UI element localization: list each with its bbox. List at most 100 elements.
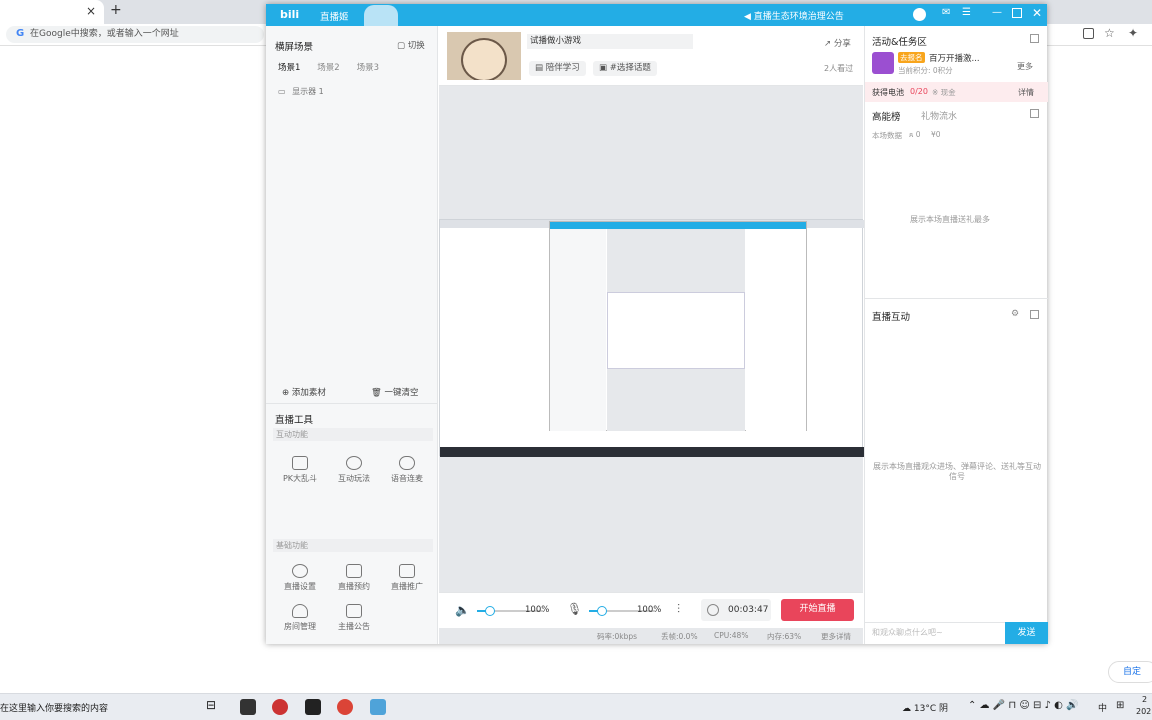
- category-label: 陪伴学习: [545, 63, 580, 73]
- promo-text[interactable]: 百万开播激...: [929, 52, 980, 64]
- start-live-button[interactable]: 开始直播: [781, 599, 854, 621]
- share-icon[interactable]: [1083, 28, 1094, 39]
- viewer-count: 2人看过: [824, 64, 854, 73]
- new-tab-icon[interactable]: +: [110, 2, 122, 18]
- notepad-icon[interactable]: [240, 699, 256, 715]
- google-logo-icon: G: [16, 28, 25, 39]
- menu-icon[interactable]: ☰: [962, 7, 971, 18]
- mic-slider-knob[interactable]: [597, 606, 608, 616]
- avatar[interactable]: [913, 8, 926, 21]
- bitrate: 码率:0kbps: [597, 632, 638, 641]
- star-icon[interactable]: ☆: [1104, 26, 1115, 40]
- clear-all-button[interactable]: 🗑 一键清空: [371, 386, 419, 398]
- tab-scene-1[interactable]: 场景1: [278, 61, 300, 73]
- details-link[interactable]: 详情: [1018, 87, 1034, 98]
- live-reserve-label: 直播预约: [338, 582, 370, 591]
- tab-scene-3[interactable]: 场景3: [357, 61, 379, 73]
- speaker-slider-knob[interactable]: [485, 606, 496, 616]
- source-label: 显示器 1: [292, 87, 324, 96]
- switch-label: 切换: [407, 41, 425, 51]
- source-item[interactable]: ▭ 显示器 1: [278, 86, 428, 97]
- user-icon: [292, 604, 308, 618]
- speaker-volume: 100%: [525, 605, 550, 615]
- record-icon[interactable]: [707, 604, 719, 616]
- mail-icon[interactable]: ✉: [942, 7, 950, 18]
- category-selector[interactable]: ▤ 陪伴学习: [529, 61, 586, 76]
- interaction-title: 直播互动: [872, 312, 911, 323]
- tab-gift-flow[interactable]: 礼物流水: [921, 109, 957, 122]
- stream-title-input[interactable]: 试播做小游戏: [527, 34, 693, 49]
- mic-volume: 100%: [637, 605, 662, 615]
- interactive-play-tool[interactable]: 互动玩法: [330, 456, 378, 484]
- send-button[interactable]: 发送: [1005, 622, 1048, 644]
- interaction-popout-icon[interactable]: [1030, 310, 1039, 319]
- live-assistant-icon[interactable]: [370, 699, 386, 715]
- mic-link-icon: [399, 456, 415, 470]
- stats-money: ¥0: [931, 130, 941, 139]
- bilibili-app-icon[interactable]: [305, 699, 321, 715]
- live-settings-tool[interactable]: 直播设置: [276, 564, 324, 592]
- chrome-icon[interactable]: [337, 699, 353, 715]
- tab-scene-2[interactable]: 场景2: [317, 61, 339, 73]
- customize-chrome-button[interactable]: 自定: [1108, 661, 1152, 683]
- weather[interactable]: ☁ 13°C 阴: [902, 701, 948, 714]
- maximize-icon[interactable]: [1012, 8, 1022, 18]
- cpu: CPU:48%: [714, 631, 749, 640]
- more-link[interactable]: 更多: [1017, 61, 1033, 72]
- add-source-button[interactable]: ⊕ 添加素材: [282, 386, 326, 398]
- preview-area: 试播做小游戏 ↗ 分享 ▤ 陪伴学习 ▣ #选择话题 2人看过 🔈 100% 🎙…: [439, 26, 864, 644]
- ime-indicator[interactable]: 中: [1098, 701, 1107, 714]
- scene-tabs: 场景1 场景2 场景3: [278, 61, 428, 73]
- rank-popout-icon[interactable]: [1030, 109, 1039, 118]
- share-label: 分享: [833, 39, 851, 49]
- chat-input[interactable]: 和观众聊点什么吧~: [865, 622, 1005, 644]
- weather-text: 13°C 阴: [913, 704, 948, 714]
- voice-link-tool[interactable]: 语音连麦: [383, 456, 431, 484]
- share-button[interactable]: ↗ 分享: [824, 37, 851, 49]
- clock-date[interactable]: 202: [1136, 707, 1151, 716]
- mic-icon[interactable]: 🎙: [567, 602, 582, 616]
- anchor-notice-tool[interactable]: 主播公告: [330, 604, 378, 632]
- customize-label: 自定: [1123, 667, 1142, 677]
- rank-empty: 展示本场直播送礼最多: [910, 215, 990, 224]
- close-icon[interactable]: ✕: [1032, 6, 1042, 20]
- room-manage-tool[interactable]: 房间管理: [276, 604, 324, 632]
- live-promo-tool[interactable]: 直播推广: [383, 564, 431, 592]
- task-view-icon[interactable]: ⊟: [206, 698, 216, 712]
- omnibox[interactable]: 在Google中搜索，或者输入一个网址: [6, 26, 264, 43]
- speaker-icon[interactable]: 🔈: [455, 603, 470, 617]
- promo-badge[interactable]: 去报名: [898, 52, 925, 63]
- book-icon: [399, 564, 415, 578]
- extension-icon[interactable]: ✦: [1128, 26, 1138, 40]
- cover-character: [461, 38, 507, 80]
- tab-high-energy[interactable]: 高能榜: [872, 109, 901, 123]
- stats-people: ጸ 0: [909, 130, 921, 139]
- popout-icon[interactable]: [1030, 34, 1039, 43]
- keyboard-icon[interactable]: ⊞: [1116, 700, 1124, 711]
- divider: [266, 403, 438, 404]
- settings-icon[interactable]: ⚙: [1011, 309, 1019, 319]
- switch-button[interactable]: ▢ 切换: [397, 39, 425, 51]
- monitor-icon: ▭: [278, 87, 286, 96]
- minimize-icon[interactable]: —: [992, 7, 1002, 18]
- clock-time[interactable]: 2: [1142, 695, 1147, 704]
- pk-tool[interactable]: PK大乱斗: [276, 456, 324, 484]
- obs-icon[interactable]: [272, 699, 288, 715]
- taskbar-search[interactable]: 在这里输入你要搜索的内容: [0, 701, 108, 714]
- close-tab-icon[interactable]: ×: [86, 4, 96, 18]
- tools-title: 直播工具: [275, 415, 314, 426]
- activity-title: 活动&任务区: [872, 37, 927, 48]
- cover-image[interactable]: [447, 32, 521, 80]
- mixer-icon[interactable]: ⫶: [677, 602, 680, 617]
- tray-icons[interactable]: ⌃ ☁ 🎤 ⊓ ☺ ⊟ ♪ ◐ 🔊: [968, 700, 1078, 711]
- announcement-link[interactable]: ◀ 直播生态环境治理公告: [744, 9, 844, 22]
- timer-box: 00:03:47: [701, 599, 771, 621]
- stream-header: 试播做小游戏 ↗ 分享 ▤ 陪伴学习 ▣ #选择话题 2人看过: [439, 26, 863, 86]
- control-bar: 🔈 100% 🎙 100% ⫶ 00:03:47 开始直播: [439, 592, 863, 628]
- interaction-empty: 展示本场直播观众进场、弹幕评论、送礼等互动信号: [873, 462, 1041, 481]
- more-details-link[interactable]: 更多详情: [821, 631, 851, 642]
- live-reserve-tool[interactable]: 直播预约: [330, 564, 378, 592]
- bilibili-logo: bili: [280, 8, 300, 21]
- preview-right: [746, 229, 806, 431]
- topic-selector[interactable]: ▣ #选择话题: [593, 61, 657, 76]
